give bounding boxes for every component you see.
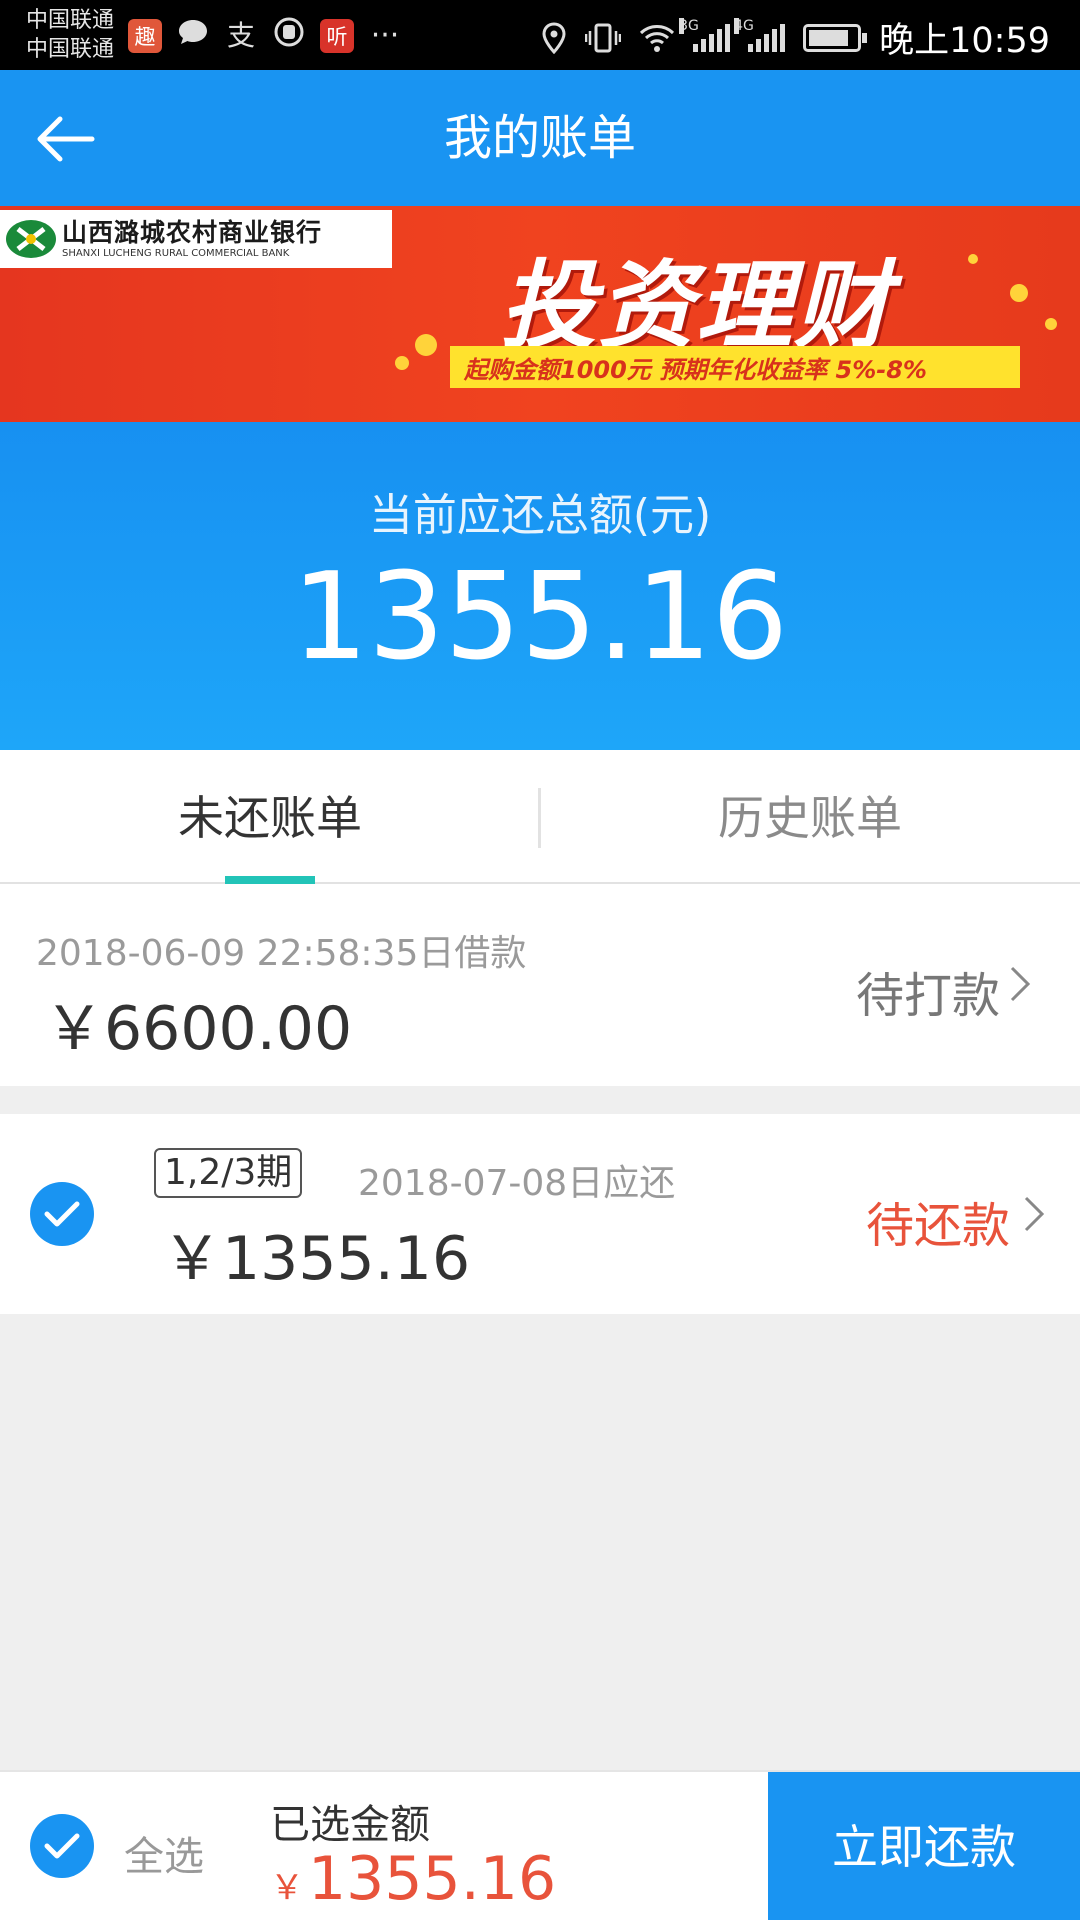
bill-checkbox[interactable] xyxy=(30,1182,94,1246)
loan-date: 2018-06-09 22:58:35日借款 xyxy=(36,933,527,974)
signal-3g-icon: 3G xyxy=(679,17,731,52)
installment-amount: ￥1355.16 xyxy=(162,1224,471,1294)
status-pending-payout: 待打款 xyxy=(855,968,1000,1024)
checkmark-icon xyxy=(44,1833,80,1859)
chevron-right-icon xyxy=(1010,966,1031,1002)
summary-label: 当前应还总额(元) xyxy=(368,490,712,541)
checkmark-icon xyxy=(44,1201,80,1227)
chat-bubble-icon xyxy=(176,17,210,55)
notification-icons: 趣 支 听 ··· xyxy=(128,16,402,56)
wifi-icon xyxy=(640,24,675,52)
bill-item-installment[interactable]: 1,2/3期 2018-07-08日应还 ￥1355.16 待还款 xyxy=(0,1114,1080,1314)
bank-logo-icon xyxy=(0,210,62,268)
network-type-4g: 4G xyxy=(734,17,754,34)
app-header: 我的账单 xyxy=(0,70,1080,206)
hand-app-icon xyxy=(272,16,306,56)
currency-symbol: ￥ xyxy=(270,1868,304,1908)
promo-banner[interactable]: 山西潞城农村商业银行 SHANXI LUCHENG RURAL COMMERCI… xyxy=(0,206,1080,422)
amount-summary: 当前应还总额(元) 1355.16 xyxy=(0,422,1080,750)
repay-now-button[interactable]: 立即还款 xyxy=(768,1772,1080,1920)
bill-tabs: 未还账单 历史账单 xyxy=(0,750,1080,884)
vibrate-icon xyxy=(585,23,622,52)
qu-app-icon: 趣 xyxy=(128,19,162,53)
tab-history[interactable]: 历史账单 xyxy=(540,750,1080,884)
bill-item-loan[interactable]: 2018-06-09 22:58:35日借款 ￥6600.00 待打款 xyxy=(0,884,1080,1086)
bottom-action-bar: 全选 已选金额 ￥ 1355.16 立即还款 xyxy=(0,1770,1080,1920)
signal-4g-icon: 4G xyxy=(734,17,786,52)
select-all-label[interactable]: 全选 xyxy=(124,1824,204,1882)
installment-period-tag: 1,2/3期 xyxy=(154,1148,303,1198)
selected-amount: ￥ 1355.16 xyxy=(270,1844,556,1914)
selected-amount-label: 已选金额 xyxy=(270,1802,430,1848)
status-pending-repayment: 待还款 xyxy=(865,1198,1010,1254)
clock: 晚上10:59 xyxy=(879,21,1050,61)
promo-subtitle: 起购金额1000元 预期年化收益率 5%-8% xyxy=(450,346,1020,388)
tab-unpaid[interactable]: 未还账单 xyxy=(0,750,540,884)
ting-app-icon: 听 xyxy=(320,19,354,53)
carrier-labels: 中国联通 中国联通 xyxy=(26,6,114,64)
due-date: 2018-07-08日应还 xyxy=(358,1163,676,1204)
more-notifications-icon: ··· xyxy=(370,18,400,53)
selected-amount-value: 1355.16 xyxy=(308,1844,557,1914)
bank-logo: 山西潞城农村商业银行 SHANXI LUCHENG RURAL COMMERCI… xyxy=(0,210,392,268)
network-type-3g: 3G xyxy=(679,17,699,34)
select-all-checkbox[interactable] xyxy=(30,1814,94,1878)
total-due-amount: 1355.16 xyxy=(291,548,789,687)
status-bar: 中国联通 中国联通 趣 支 听 ··· 3G 4G 晚上10:59 xyxy=(0,0,1080,70)
carrier-1: 中国联通 xyxy=(26,8,115,33)
chevron-right-icon xyxy=(1024,1196,1045,1232)
bank-name-en: SHANXI LUCHENG RURAL COMMERCIAL BANK xyxy=(62,248,290,259)
alipay-icon: 支 xyxy=(226,19,255,52)
active-tab-indicator xyxy=(225,876,315,884)
location-icon xyxy=(542,21,566,54)
bank-name-cn: 山西潞城农村商业银行 xyxy=(62,218,323,247)
carrier-2: 中国联通 xyxy=(26,37,115,62)
page-title: 我的账单 xyxy=(443,110,636,166)
loan-amount: ￥6600.00 xyxy=(44,994,353,1064)
system-status: 3G 4G 晚上10:59 xyxy=(541,12,1050,63)
battery-icon xyxy=(803,23,868,52)
